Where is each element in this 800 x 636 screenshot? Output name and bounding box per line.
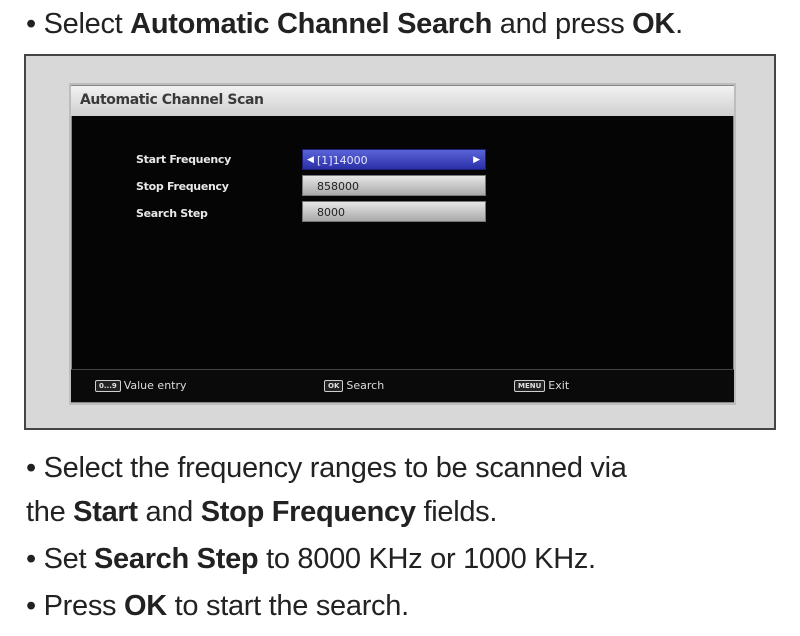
tv-screenshot-frame: Automatic Channel Scan Start Frequency S… (24, 54, 776, 430)
tv-screen (71, 85, 734, 403)
instruction-text: to start the search. (166, 590, 409, 622)
search-step-field[interactable]: 8000 (302, 201, 486, 222)
footer-search: OK Search (324, 379, 384, 392)
instruction-bold-automatic-channel-search: Automatic Channel Search (130, 8, 492, 40)
footer-exit: MENU Exit (514, 379, 569, 392)
instruction-start-stop-fields: the Start and Stop Frequency fields. (26, 496, 497, 529)
key-badge-ok: OK (324, 379, 344, 392)
footer-search-label: Search (346, 379, 385, 392)
menu-title: Automatic Channel Scan (80, 92, 264, 108)
instruction-text: and press (492, 8, 633, 40)
instruction-text: • Press (26, 590, 124, 622)
footer-value-entry-label: Value entry (123, 379, 187, 392)
instruction-text: and (137, 496, 201, 528)
instruction-press-ok: • Press OK to start the search. (26, 590, 409, 623)
instruction-bold-ok: OK (124, 590, 167, 622)
instruction-bold-stop-frequency: Stop Frequency (200, 496, 416, 528)
instruction-text: to 8000 KHz or 1000 KHz. (258, 543, 596, 575)
instruction-text: • Set (26, 543, 94, 575)
menu-title-bar: Automatic Channel Scan (71, 86, 734, 116)
instruction-text: . (675, 8, 683, 40)
instruction-text: fields. (415, 496, 498, 528)
instruction-set-search-step: • Set Search Step to 8000 KHz or 1000 KH… (26, 543, 596, 576)
instruction-text: the (26, 496, 74, 528)
triangle-left-icon[interactable]: ◀ (307, 150, 314, 171)
instruction-bold-ok: OK (632, 8, 676, 40)
triangle-right-icon[interactable]: ▶ (473, 150, 480, 171)
start-frequency-label: Start Frequency (136, 153, 231, 166)
instruction-bold-search-step: Search Step (94, 543, 259, 575)
footer-value-entry: 0...9 Value entry (95, 379, 187, 392)
key-badge-menu: MENU (514, 379, 546, 392)
footer-exit-label: Exit (548, 379, 570, 392)
instruction-bold-start: Start (73, 496, 138, 528)
instruction-select-frequency-ranges: • Select the frequency ranges to be scan… (26, 452, 627, 485)
stop-frequency-label: Stop Frequency (136, 180, 229, 193)
stop-frequency-field[interactable]: 858000 (302, 175, 486, 196)
instruction-text: • Select (26, 8, 131, 40)
start-frequency-field[interactable]: ◀ [1]14000 ▶ (302, 149, 486, 170)
start-frequency-value: [1]14000 (317, 154, 368, 167)
stop-frequency-value: 858000 (317, 180, 359, 193)
menu-footer-bar: 0...9 Value entry OK Search MENU Exit (71, 369, 734, 402)
search-step-label: Search Step (136, 207, 208, 220)
key-badge-digits: 0...9 (95, 379, 121, 392)
instruction-text: • Select the frequency ranges to be scan… (26, 452, 627, 484)
search-step-value: 8000 (317, 206, 345, 219)
instruction-select-automatic-search: • Select Automatic Channel Search and pr… (26, 8, 683, 41)
